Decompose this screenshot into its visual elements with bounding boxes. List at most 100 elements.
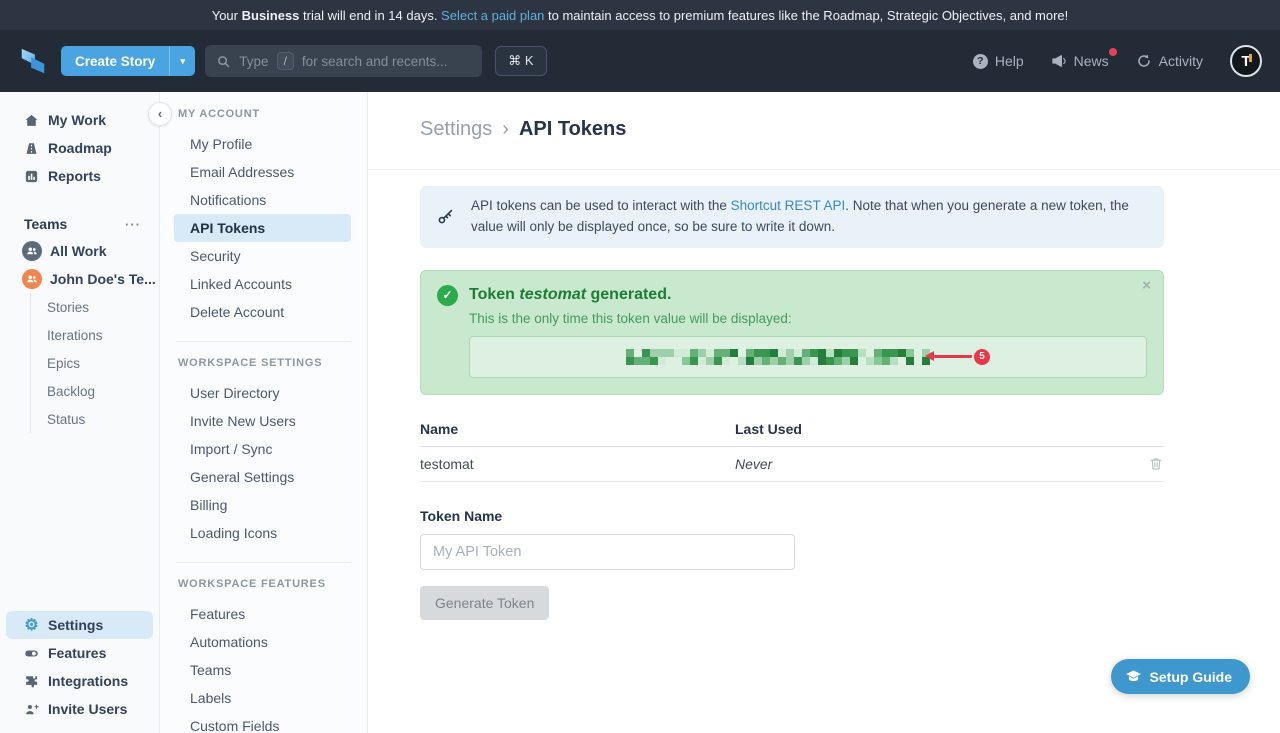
sidebar-item-integrations[interactable]: Integrations	[6, 667, 153, 695]
sidebar-item-features[interactable]: Features	[6, 639, 153, 667]
settings-nav-item-automations[interactable]: Automations	[160, 628, 367, 656]
table-row: testomat Never	[420, 447, 1164, 482]
search-placeholder-suffix: for search and recents...	[302, 54, 448, 69]
create-story-label: Create Story	[61, 46, 169, 76]
success-title: Token testomat generated.	[469, 286, 671, 304]
token-name-label: Token Name	[420, 508, 1164, 524]
sidebar-item-my-work[interactable]: My Work	[0, 106, 159, 134]
activity-sync-icon	[1136, 53, 1152, 69]
sidebar-item-reports[interactable]: Reports	[0, 162, 159, 190]
settings-nav-item-my-profile[interactable]: My Profile	[160, 130, 367, 158]
settings-nav-item-user-directory[interactable]: User Directory	[160, 379, 367, 407]
table-header-row: Name Last Used	[420, 421, 1164, 447]
page-header: Settings › API Tokens	[368, 92, 1280, 170]
slash-key-chip: /	[277, 52, 294, 70]
settings-nav-item-labels[interactable]: Labels	[160, 684, 367, 712]
sidebar-item-stories[interactable]: Stories	[31, 293, 159, 321]
settings-nav-item-email-addresses[interactable]: Email Addresses	[160, 158, 367, 186]
settings-nav-item-general-settings[interactable]: General Settings	[160, 463, 367, 491]
token-row-name: testomat	[420, 456, 735, 472]
select-paid-plan-link[interactable]: Select a paid plan	[441, 8, 544, 23]
gear-icon: ⚙	[24, 618, 39, 633]
create-story-button[interactable]: Create Story ▾	[61, 46, 195, 76]
setup-guide-label: Setup Guide	[1150, 669, 1232, 685]
sidebar-item-iterations[interactable]: Iterations	[31, 321, 159, 349]
key-icon	[436, 207, 455, 226]
settings-nav-item-billing[interactable]: Billing	[160, 491, 367, 519]
settings-nav-item-security[interactable]: Security	[160, 242, 367, 270]
team-label: All Work	[50, 243, 107, 259]
top-nav: Create Story ▾ Type / for search and rec…	[0, 30, 1280, 92]
column-header-last-used: Last Used	[735, 421, 1124, 437]
token-value-box: 5	[469, 336, 1147, 378]
settings-nav-item-invite-new-users[interactable]: Invite New Users	[160, 407, 367, 435]
team-all-work[interactable]: All Work	[0, 237, 159, 265]
settings-nav-item-api-tokens[interactable]: API Tokens	[174, 214, 351, 242]
keyboard-shortcut-badge[interactable]: ⌘ K	[495, 46, 546, 76]
annotation-badge: 5	[974, 349, 990, 365]
delete-token-button[interactable]	[1148, 456, 1164, 472]
shortcut-logo-icon[interactable]	[18, 46, 48, 76]
settings-nav-item-loading-icons[interactable]: Loading Icons	[160, 519, 367, 547]
help-icon: ?	[973, 54, 988, 69]
news-label: News	[1074, 53, 1109, 69]
arrow-left-icon	[934, 355, 972, 358]
annotation-arrow: 5	[934, 349, 990, 365]
road-icon	[24, 141, 39, 156]
teams-header: Teams ···	[0, 211, 159, 237]
sidebar-item-label: My Work	[48, 112, 106, 128]
user-avatar[interactable]: T	[1230, 45, 1262, 77]
page-title: API Tokens	[519, 118, 626, 140]
settings-nav-item-delete-account[interactable]: Delete Account	[160, 298, 367, 326]
token-mosaic	[626, 349, 930, 365]
sidebar-item-label: Integrations	[48, 673, 128, 689]
close-icon[interactable]: ×	[1142, 278, 1151, 293]
search-input[interactable]: Type / for search and recents...	[205, 45, 482, 77]
teams-menu-button[interactable]: ···	[125, 217, 141, 232]
settings-nav-item-linked-accounts[interactable]: Linked Accounts	[160, 270, 367, 298]
setup-guide-button[interactable]: Setup Guide	[1111, 659, 1250, 694]
bar-chart-icon	[24, 169, 39, 184]
token-generated-banner: × ✓ Token testomat generated. This is th…	[420, 270, 1164, 395]
sidebar-item-invite-users[interactable]: Invite Users	[6, 695, 153, 723]
people-icon	[25, 244, 39, 258]
activity-button[interactable]: Activity	[1136, 53, 1203, 69]
settings-nav-item-custom-fields[interactable]: Custom Fields	[160, 712, 367, 733]
sidebar-item-roadmap[interactable]: Roadmap	[0, 134, 159, 162]
sidebar-item-backlog[interactable]: Backlog	[31, 377, 159, 405]
trial-banner: Your Business trial will end in 14 days.…	[0, 0, 1280, 30]
tokens-table: Name Last Used testomat Never	[420, 421, 1164, 482]
success-subtitle: This is the only time this token value w…	[469, 311, 1147, 326]
success-title-row: ✓ Token testomat generated.	[437, 285, 1147, 306]
news-button[interactable]: News	[1051, 53, 1109, 69]
column-header-name: Name	[420, 421, 735, 437]
team-label: John Doe's Te...	[50, 271, 156, 287]
team-avatar-all-work	[22, 241, 42, 261]
generate-token-button[interactable]: Generate Token	[420, 586, 549, 620]
settings-nav-item-notifications[interactable]: Notifications	[160, 186, 367, 214]
breadcrumb-settings[interactable]: Settings	[420, 118, 492, 140]
team-john-does-team[interactable]: John Doe's Te...	[0, 265, 159, 293]
breadcrumb-separator: ›	[502, 118, 509, 140]
megaphone-icon	[1051, 53, 1067, 69]
create-story-dropdown-caret[interactable]: ▾	[169, 46, 195, 76]
collapse-sidebar-button[interactable]: ‹	[148, 102, 172, 126]
token-name-input[interactable]	[420, 534, 795, 570]
app-body: My Work Roadmap Reports Teams ···	[0, 92, 1280, 733]
token-name: testomat	[519, 286, 586, 303]
settings-nav-item-teams[interactable]: Teams	[160, 656, 367, 684]
settings-nav-item-features[interactable]: Features	[160, 600, 367, 628]
sidebar-item-settings[interactable]: ⚙ Settings	[6, 611, 153, 639]
check-circle-icon: ✓	[437, 285, 458, 306]
settings-nav: MY ACCOUNT My Profile Email Addresses No…	[160, 92, 368, 733]
team-avatar-john-does-team	[22, 269, 42, 289]
sidebar-item-status[interactable]: Status	[31, 405, 159, 433]
settings-nav-item-import-sync[interactable]: Import / Sync	[160, 435, 367, 463]
sidebar-item-label: Settings	[48, 617, 103, 633]
sidebar-item-epics[interactable]: Epics	[31, 349, 159, 377]
shortcut-rest-api-link[interactable]: Shortcut REST API	[731, 198, 846, 213]
help-button[interactable]: ? Help	[973, 53, 1024, 69]
trial-text: Your	[212, 8, 242, 23]
trial-text: to maintain access to premium features l…	[544, 8, 1068, 23]
toggle-icon	[24, 646, 39, 661]
